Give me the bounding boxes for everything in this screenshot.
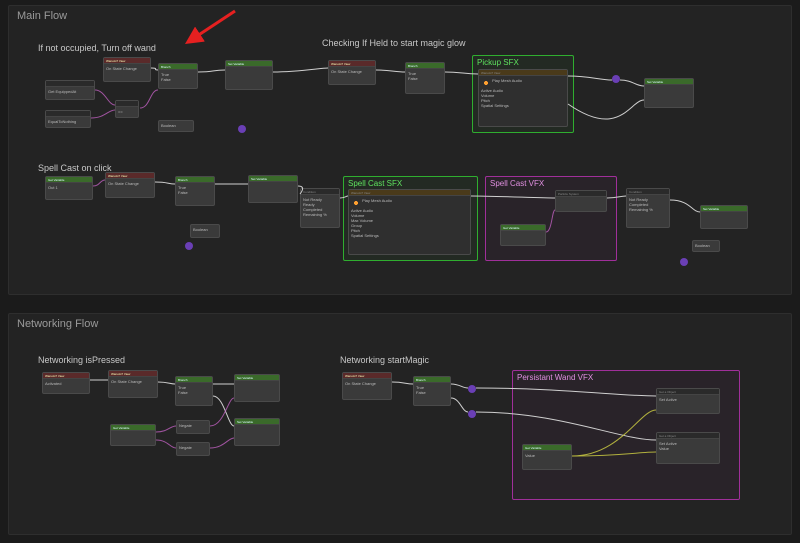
- node-setvar-3[interactable]: Set Variable: [248, 175, 298, 203]
- node-branch-2[interactable]: Branch TrueFalse: [405, 62, 445, 94]
- node-onstate-3[interactable]: Warudo? View On State Change: [105, 172, 155, 198]
- node-bool-2[interactable]: Boolean: [190, 224, 220, 238]
- group-netpressed-label: Networking isPressed: [38, 355, 125, 365]
- node-branch-3[interactable]: Branch TrueFalse: [175, 176, 215, 206]
- node-onstate-4[interactable]: Warudo? View On State Change: [108, 370, 158, 398]
- node-setvar-np1[interactable]: Set Variable: [234, 374, 280, 402]
- node-equal-small[interactable]: ==: [115, 100, 139, 118]
- pill-reroute-6[interactable]: [468, 410, 476, 418]
- node-branch-5[interactable]: Branch TrueFalse: [413, 376, 451, 406]
- node-setvar-1[interactable]: Set Variable: [225, 60, 273, 90]
- node-getvar-vfx[interactable]: Get Variable: [500, 224, 546, 246]
- node-negate-1[interactable]: Negate: [176, 420, 210, 434]
- speaker-icon-2: [352, 199, 360, 207]
- pill-reroute-5[interactable]: [468, 385, 476, 393]
- node-activated[interactable]: Warudo? View Activated: [42, 372, 90, 394]
- node-equal-nothing[interactable]: EqualToNothing: [45, 110, 91, 128]
- node-setvar-np2[interactable]: Set Variable: [234, 418, 280, 446]
- node-setvar-4[interactable]: Set Variable: [700, 205, 748, 229]
- node-getvar-sc1[interactable]: Get Variable Out 1: [45, 176, 93, 200]
- pill-reroute-3[interactable]: [185, 242, 193, 250]
- group-turnoff-label: If not occupied, Turn off wand: [38, 43, 156, 53]
- comment-spellcast-vfx-title: Spell Cast VFX: [486, 177, 616, 190]
- node-spellcast-audio[interactable]: Warudo? View Play Mesh Audio Active Audi…: [348, 189, 471, 255]
- section-main-flow-label: Main Flow: [17, 10, 67, 22]
- pill-reroute-1[interactable]: [238, 125, 246, 133]
- node-setactive-2[interactable]: Get a Object Set ActiveValue: [656, 432, 720, 464]
- group-heldglow-label: Checking If Held to start magic glow: [322, 38, 466, 48]
- node-particle[interactable]: Particle System: [555, 190, 607, 212]
- node-onstate-5[interactable]: Warudo? View On State Change: [342, 372, 392, 400]
- red-arrow-annotation: [180, 8, 240, 48]
- node-onstate-1[interactable]: Warudo? View On State Change: [103, 57, 151, 82]
- node-branch-1[interactable]: Branch TrueFalse: [158, 63, 198, 89]
- node-get-equipped[interactable]: Get EquippedAt: [45, 80, 95, 100]
- pill-reroute-2[interactable]: [612, 75, 620, 83]
- group-netstart-label: Networking startMagic: [340, 355, 429, 365]
- node-getvar-np[interactable]: Get Variable: [110, 424, 156, 446]
- node-cooldown-2[interactable]: Condition Not Ready Completed Remaining …: [626, 188, 670, 228]
- group-spellcast-label: Spell Cast on click: [38, 163, 112, 173]
- node-bool-1[interactable]: Boolean: [158, 120, 194, 132]
- comment-pickup-sfx-title: Pickup SFX: [473, 56, 573, 69]
- node-branch-4[interactable]: Branch TrueFalse: [175, 376, 213, 406]
- node-cooldown-1[interactable]: Condition Not Ready Ready Completed Rema…: [300, 188, 340, 228]
- node-onstate-2[interactable]: Warudo? View On State Change: [328, 60, 376, 85]
- comment-persistent-vfx-title: Persistant Wand VFX: [513, 371, 739, 384]
- pill-reroute-4[interactable]: [680, 258, 688, 266]
- node-bool-3[interactable]: Boolean: [692, 240, 720, 252]
- speaker-icon: [482, 79, 490, 87]
- node-setactive-1[interactable]: Get a Object Set Active: [656, 388, 720, 414]
- node-getvar-sm[interactable]: Get Variable Value: [522, 444, 572, 470]
- node-setvar-2[interactable]: Set Variable: [644, 78, 694, 108]
- node-negate-2[interactable]: Negate: [176, 442, 210, 456]
- section-networking-flow-label: Networking Flow: [17, 318, 98, 330]
- comment-spellcast-vfx: Spell Cast VFX: [485, 176, 617, 261]
- node-pickup-audio[interactable]: Warudo? View Play Mesh Audio Active Audi…: [478, 69, 568, 127]
